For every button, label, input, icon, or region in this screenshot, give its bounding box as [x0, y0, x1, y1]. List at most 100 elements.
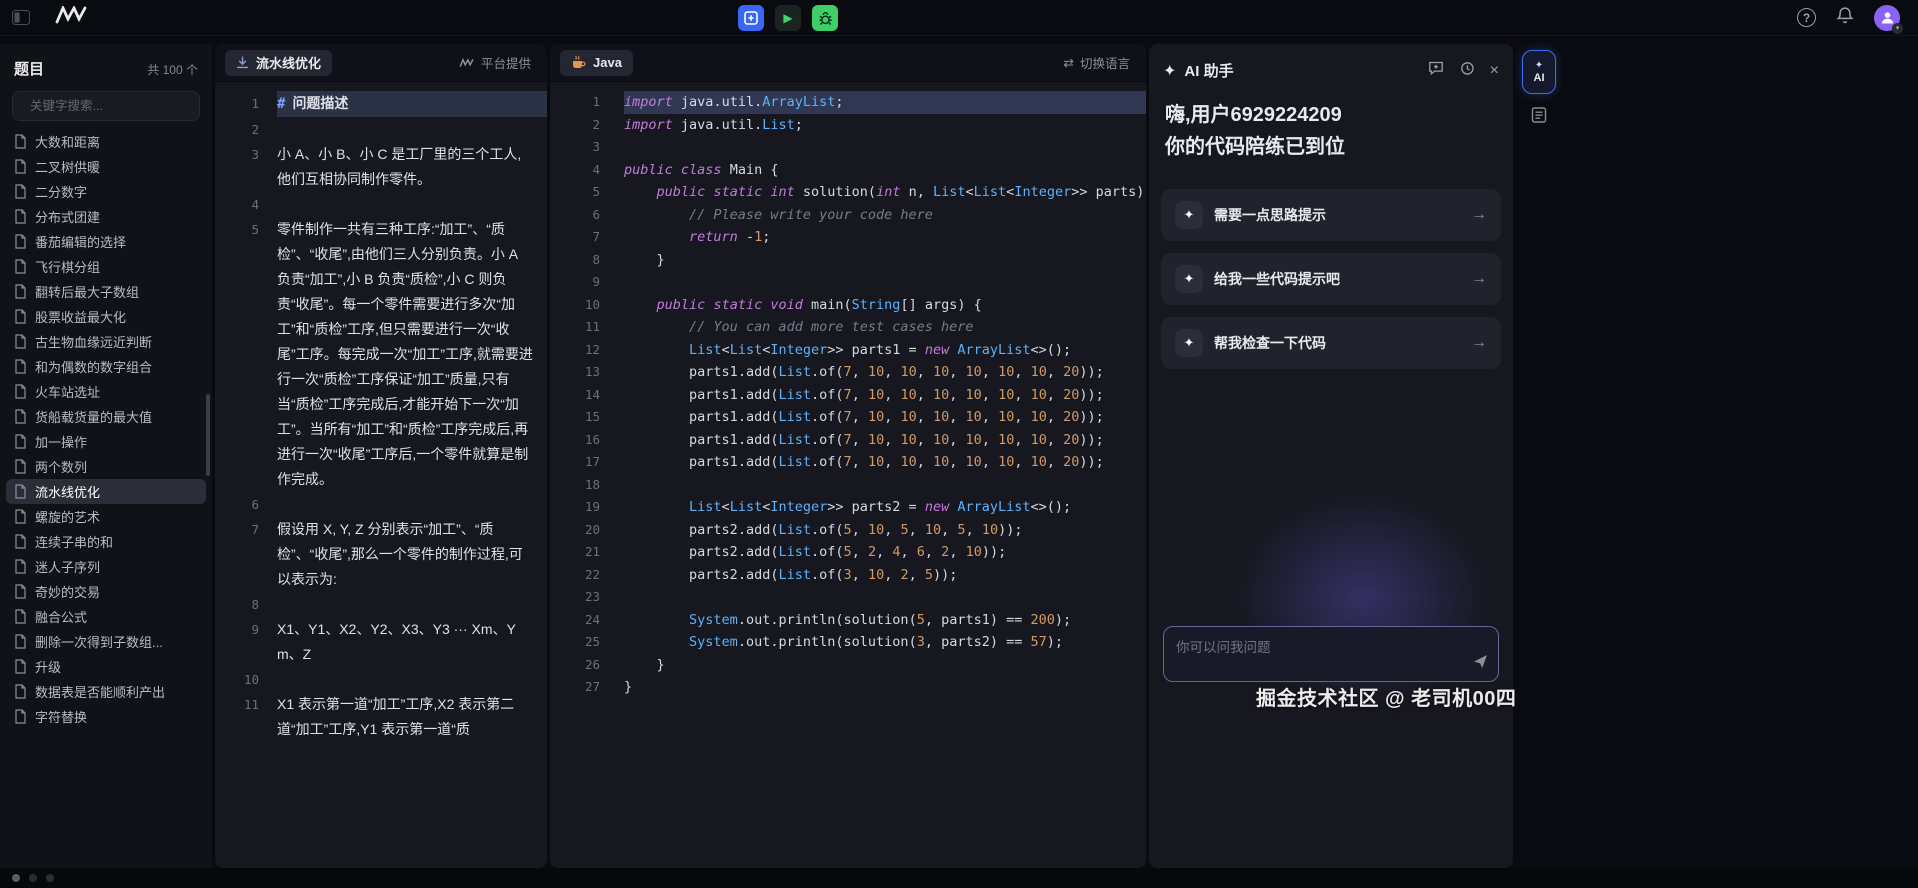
line-number: 26 — [550, 654, 600, 677]
ai-rail-label: AI — [1534, 72, 1545, 84]
avatar-chevron-icon: ▾ — [1892, 23, 1903, 34]
sidebar-item-problem[interactable]: 翻转后最大子数组 — [6, 279, 206, 304]
code-editor-body[interactable]: 1import java.util.ArrayList;2import java… — [550, 82, 1146, 868]
line-number: 14 — [550, 384, 600, 407]
document-icon — [14, 559, 27, 574]
sidebar-item-problem[interactable]: 融合公式 — [6, 604, 206, 629]
code-line: 14 parts1.add(List.of(7, 10, 10, 10, 10,… — [550, 384, 1146, 407]
line-number: 10 — [215, 667, 259, 692]
document-icon — [14, 509, 27, 524]
ai-suggestion-card[interactable]: ✦给我一些代码提示吧→ — [1161, 253, 1501, 305]
sidebar-item-problem[interactable]: 古生物血缘远近判断 — [6, 329, 206, 354]
sidebar-item-problem[interactable]: 二分数字 — [6, 179, 206, 204]
problem-title: 数据表是否能顺利产出 — [35, 682, 165, 701]
problem-title: 飞行棋分组 — [35, 257, 100, 276]
code-text — [624, 136, 1146, 159]
arrow-right-icon: → — [1471, 270, 1487, 288]
notifications-bell-icon[interactable] — [1836, 6, 1854, 30]
search-box[interactable] — [12, 91, 200, 121]
line-number: 9 — [550, 271, 600, 294]
avatar[interactable]: ▾ — [1874, 5, 1900, 31]
sidebar-item-problem[interactable]: 连续子串的和 — [6, 529, 206, 554]
sidebar-item-problem[interactable]: 两个数列 — [6, 454, 206, 479]
ai-suggestion-card[interactable]: ✦帮我检查一下代码→ — [1161, 317, 1501, 369]
sidebar-item-problem[interactable]: 番茄编辑的选择 — [6, 229, 206, 254]
send-icon[interactable] — [1473, 654, 1488, 674]
sidebar-item-problem[interactable]: 二叉树供暖 — [6, 154, 206, 179]
problem-tab[interactable]: 流水线优化 — [225, 50, 332, 76]
problem-title: 大数和距离 — [35, 132, 100, 151]
ai-rail-button[interactable]: ✦ AI — [1522, 50, 1556, 94]
switch-language-button[interactable]: ⇄ 切换语言 — [1064, 53, 1137, 72]
sidebar-item-problem[interactable]: 火车站选址 — [6, 379, 206, 404]
line-text — [277, 592, 547, 617]
search-input[interactable] — [30, 99, 191, 113]
document-icon — [14, 459, 27, 474]
sidebar-item-problem[interactable]: 加一操作 — [6, 429, 206, 454]
code-line: 19 List<List<Integer>> parts2 = new Arra… — [550, 496, 1146, 519]
ai-assistant-panel: ✦ AI 助手 × 嗨,用户6929224209 你的代码陪练已到位 ✦需要一点… — [1149, 44, 1513, 868]
problem-description-body: 1#问题描述23小 A、小 B、小 C 是工厂里的三个工人,他们互相协同制作零件… — [215, 82, 547, 868]
ai-input-box[interactable] — [1163, 626, 1499, 682]
ai-suggestion-card[interactable]: ✦需要一点思路提示→ — [1161, 189, 1501, 241]
sidebar-item-problem[interactable]: 和为偶数的数字组合 — [6, 354, 206, 379]
new-chat-icon[interactable] — [1428, 60, 1444, 81]
sidebar-item-problem[interactable]: 删除一次得到子数组... — [6, 629, 206, 654]
history-icon[interactable] — [1459, 60, 1475, 81]
sidebar-item-problem[interactable]: 分布式团建 — [6, 204, 206, 229]
sidebar-item-problem[interactable]: 迷人子序列 — [6, 554, 206, 579]
code-text: } — [624, 676, 1146, 699]
app-logo-icon[interactable] — [54, 6, 90, 29]
line-number: 11 — [215, 692, 259, 742]
sidebar-item-problem[interactable]: 字符替换 — [6, 704, 206, 729]
logo-glyph — [54, 6, 90, 24]
sidebar-item-problem[interactable]: 螺旋的艺术 — [6, 504, 206, 529]
problem-title: 番茄编辑的选择 — [35, 232, 126, 251]
code-line: 8 } — [550, 249, 1146, 272]
sidebar-scrollbar[interactable] — [206, 394, 210, 476]
code-text: parts1.add(List.of(7, 10, 10, 10, 10, 10… — [624, 429, 1146, 452]
insert-snippet-button[interactable] — [738, 5, 764, 31]
code-line: 10 public static void main(String[] args… — [550, 294, 1146, 317]
sidebar-toggle-icon[interactable] — [12, 9, 32, 26]
line-text: #问题描述 — [277, 91, 547, 117]
sidebar-item-problem[interactable]: 货船载货量的最大值 — [6, 404, 206, 429]
java-icon — [571, 55, 586, 70]
sidebar-item-problem[interactable]: 大数和距离 — [6, 129, 206, 154]
code-text: return -1; — [624, 226, 1146, 249]
sidebar-item-problem[interactable]: 数据表是否能顺利产出 — [6, 679, 206, 704]
language-tab[interactable]: Java — [560, 50, 633, 76]
code-line: 2import java.util.List; — [550, 114, 1146, 137]
line-number: 5 — [215, 217, 259, 492]
line-number: 1 — [550, 91, 600, 114]
sidebar-item-problem[interactable]: 奇妙的交易 — [6, 579, 206, 604]
line-number: 16 — [550, 429, 600, 452]
run-button[interactable]: ▶ — [775, 5, 801, 31]
problem-description-line: 1#问题描述 — [215, 91, 547, 117]
code-line: 24 System.out.println(solution(5, parts1… — [550, 609, 1146, 632]
sidebar-item-problem[interactable]: 股票收益最大化 — [6, 304, 206, 329]
help-icon[interactable]: ? — [1797, 8, 1816, 27]
sidebar-item-problem[interactable]: 升级 — [6, 654, 206, 679]
sidebar-item-problem[interactable]: 飞行棋分组 — [6, 254, 206, 279]
code-text: parts1.add(List.of(7, 10, 10, 10, 10, 10… — [624, 451, 1146, 474]
sidebar-item-problem[interactable]: 流水线优化 — [6, 479, 206, 504]
code-text: // Please write your code here — [624, 204, 1146, 227]
code-line: 15 parts1.add(List.of(7, 10, 10, 10, 10,… — [550, 406, 1146, 429]
line-text: X1 表示第一道“加工”工序,X2 表示第二道“加工”工序,Y1 表示第一道“质 — [277, 692, 547, 742]
debug-button[interactable] — [812, 5, 838, 31]
document-icon — [14, 484, 27, 499]
code-text: System.out.println(solution(3, parts2) =… — [624, 631, 1146, 654]
problem-title: 翻转后最大子数组 — [35, 282, 139, 301]
code-text: parts2.add(List.of(5, 2, 4, 6, 2, 10)); — [624, 541, 1146, 564]
line-text: X1、Y1、X2、Y2、X3、Y3 ··· Xm、Ym、Z — [277, 617, 547, 667]
problem-title: 奇妙的交易 — [35, 582, 100, 601]
line-number: 27 — [550, 676, 600, 699]
ai-question-input[interactable] — [1176, 636, 1486, 672]
line-number: 2 — [550, 114, 600, 137]
close-icon[interactable]: × — [1490, 63, 1499, 79]
rail-list-button[interactable] — [1530, 106, 1548, 129]
problem-description-line: 4 — [215, 192, 547, 217]
problem-description-line: 6 — [215, 492, 547, 517]
line-number: 20 — [550, 519, 600, 542]
